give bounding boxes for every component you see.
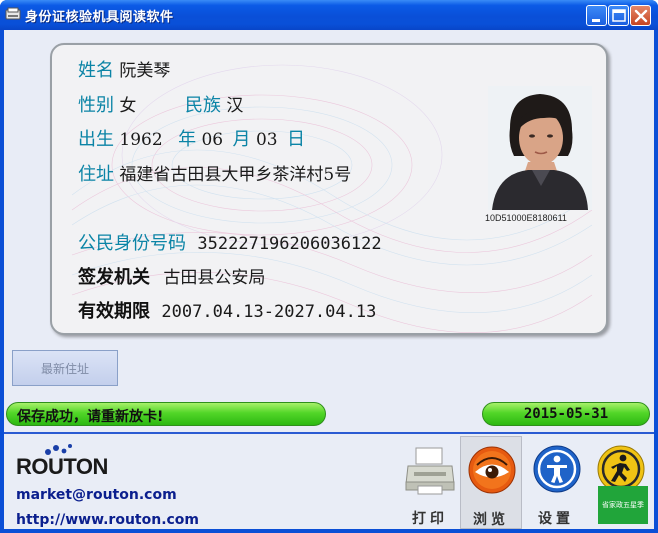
authority-label: 签发机关 <box>78 267 150 288</box>
maximize-button[interactable] <box>608 5 629 26</box>
id-number-label: 公民身份号码 <box>78 233 186 254</box>
promo-tag: 省家政五星季 <box>598 486 648 524</box>
date-bar: 2015-05-31 <box>482 402 650 426</box>
ethnicity-label: 民族 <box>185 95 221 116</box>
status-message-bar: 保存成功，请重新放卡! <box>6 402 326 426</box>
minimize-button[interactable] <box>586 5 607 26</box>
year-label: 年 <box>178 129 197 150</box>
eye-icon <box>468 446 516 494</box>
address-row: 住址 福建省古田县大甲乡茶洋村5号 <box>78 160 351 186</box>
ethnicity-value: 汉 <box>226 96 244 116</box>
maximize-icon <box>612 9 626 22</box>
month-label: 月 <box>232 129 251 150</box>
birth-month: 06 <box>201 130 224 150</box>
client-area: 姓名 阮美琴 性别 女 民族 汉 出生 1962 年 06 月 03 日 住址 … <box>4 30 654 529</box>
validity-value: 2007.04.13-2027.04.13 <box>161 302 377 322</box>
status-message: 保存成功，请重新放卡! <box>17 409 164 425</box>
address-label: 住址 <box>78 164 114 185</box>
latest-address-button[interactable]: 最新住址 <box>12 350 118 386</box>
printer-icon <box>405 447 455 495</box>
id-card-reader-icon <box>5 7 21 20</box>
sex-label: 性别 <box>78 95 114 116</box>
authority-value: 古田县公安局 <box>163 268 266 288</box>
birth-row: 出生 1962 年 06 月 03 日 <box>78 125 305 151</box>
name-label: 姓名 <box>78 60 114 81</box>
birth-day: 03 <box>255 130 278 150</box>
name-row: 姓名 阮美琴 <box>78 56 170 82</box>
sex-row: 性别 女 <box>78 91 136 117</box>
photo-code: 10D51000E8180611 <box>485 213 567 223</box>
birth-year: 1962 <box>119 130 163 150</box>
settings-button[interactable]: 设置 <box>526 436 586 529</box>
website-link[interactable]: http://www.routon.com <box>16 512 199 528</box>
id-photo <box>488 86 592 210</box>
person-circle-icon <box>533 445 581 493</box>
title-bar[interactable]: 身份证核验机具阅读软件 <box>0 0 658 30</box>
validity-label: 有效期限 <box>78 301 150 322</box>
ethnicity-row: 民族 汉 <box>185 91 243 117</box>
portrait-image <box>488 86 592 210</box>
settings-label: 设置 <box>538 511 574 527</box>
sex-value: 女 <box>119 96 137 116</box>
address-value: 福建省古田县大甲乡茶洋村5号 <box>119 165 352 185</box>
browse-button[interactable]: 浏览 <box>460 436 522 529</box>
close-button[interactable] <box>630 5 651 26</box>
birth-label: 出生 <box>78 129 114 150</box>
id-card-panel: 姓名 阮美琴 性别 女 民族 汉 出生 1962 年 06 月 03 日 住址 … <box>50 43 608 335</box>
routon-logo: ROUTON <box>16 454 108 479</box>
id-number-row: 公民身份号码 352227196206036122 <box>78 229 382 255</box>
name-value: 阮美琴 <box>119 61 171 81</box>
id-number-value: 352227196206036122 <box>197 234 382 254</box>
browse-label: 浏览 <box>473 512 509 528</box>
authority-row: 签发机关 古田县公安局 <box>78 263 265 289</box>
window-title: 身份证核验机具阅读软件 <box>25 10 174 25</box>
validity-row: 有效期限 2007.04.13-2027.04.13 <box>78 297 376 323</box>
print-label: 打印 <box>412 511 448 527</box>
print-button[interactable]: 打印 <box>400 436 460 529</box>
email-link[interactable]: market@routon.com <box>16 487 177 503</box>
close-icon <box>634 9 648 23</box>
brand-bar: ROUTON market@routon.com http://www.rout… <box>4 432 654 529</box>
minimize-icon <box>592 19 600 22</box>
current-date: 2015-05-31 <box>523 406 609 422</box>
day-label: 日 <box>286 129 305 150</box>
app-window: 身份证核验机具阅读软件 姓名 阮美琴 性别 女 民族 汉 出生 1962 年 0… <box>0 0 658 533</box>
